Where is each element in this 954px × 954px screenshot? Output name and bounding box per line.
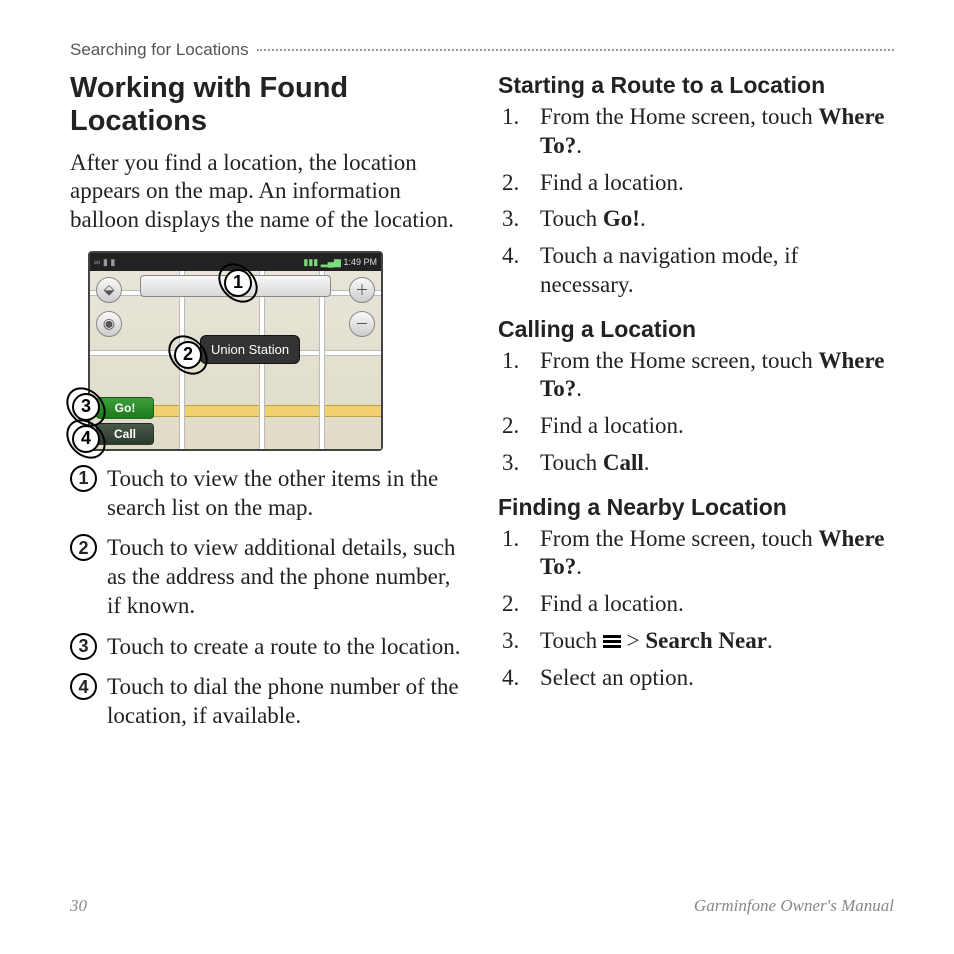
layers-button[interactable]: ◉ — [96, 311, 122, 337]
zoom-out-button[interactable]: － — [349, 311, 375, 337]
header-rule — [257, 49, 894, 51]
steps-list: From the Home screen, touch Where To?. F… — [498, 103, 894, 300]
legend-text: Touch to view additional details, such a… — [107, 534, 466, 620]
manual-title: Garminfone Owner's Manual — [694, 896, 894, 916]
legend-number: 1 — [70, 465, 97, 492]
section-heading: Working with Found Locations — [70, 72, 466, 139]
left-column: Working with Found Locations After you f… — [70, 72, 466, 743]
steps-list: From the Home screen, touch Where To?. F… — [498, 525, 894, 693]
legend-item: 1 Touch to view the other items in the s… — [70, 465, 466, 523]
callout-4: 4 — [72, 425, 100, 453]
legend-text: Touch to view the other items in the sea… — [107, 465, 466, 523]
step: Touch > Search Near. — [498, 627, 894, 656]
legend-number: 3 — [70, 633, 97, 660]
callout-1: 1 — [224, 269, 252, 297]
callout-3: 3 — [72, 393, 100, 421]
step: Find a location. — [498, 412, 894, 441]
callout-legend: 1 Touch to view the other items in the s… — [70, 465, 466, 731]
step: From the Home screen, touch Where To?. — [498, 347, 894, 405]
legend-item: 2 Touch to view additional details, such… — [70, 534, 466, 620]
info-balloon[interactable]: Union Station — [200, 335, 300, 364]
status-time: 1:49 PM — [343, 257, 377, 267]
right-column: Starting a Route to a Location From the … — [498, 72, 894, 743]
menu-icon — [603, 633, 621, 650]
legend-text: Touch to dial the phone number of the lo… — [107, 673, 466, 731]
step: Find a location. — [498, 169, 894, 198]
legend-text: Touch to create a route to the location. — [107, 633, 466, 662]
legend-item: 4 Touch to dial the phone number of the … — [70, 673, 466, 731]
step: Select an option. — [498, 664, 894, 693]
zoom-in-button[interactable]: ＋ — [349, 277, 375, 303]
page-number: 30 — [70, 896, 87, 916]
running-header: Searching for Locations — [70, 40, 894, 60]
legend-number: 2 — [70, 534, 97, 561]
subsection-heading: Starting a Route to a Location — [498, 72, 894, 99]
step: Find a location. — [498, 590, 894, 619]
page-footer: 30 Garminfone Owner's Manual — [70, 896, 894, 916]
balloon-label: Union Station — [211, 342, 289, 357]
legend-number: 4 — [70, 673, 97, 700]
subsection-heading: Finding a Nearby Location — [498, 494, 894, 521]
step: Touch Go!. — [498, 205, 894, 234]
step: From the Home screen, touch Where To?. — [498, 103, 894, 161]
header-text: Searching for Locations — [70, 40, 257, 60]
device-screenshot: ∞ ▮ ▮ ▮▮▮ ▂▄▆ 1:49 PM ⬙ ◉ ＋ － — [88, 251, 383, 451]
legend-item: 3 Touch to create a route to the locatio… — [70, 633, 466, 662]
compass-button[interactable]: ⬙ — [96, 277, 122, 303]
callout-2: 2 — [174, 341, 202, 369]
subsection-heading: Calling a Location — [498, 316, 894, 343]
step: Touch Call. — [498, 449, 894, 478]
step: From the Home screen, touch Where To?. — [498, 525, 894, 583]
section-intro: After you find a location, the location … — [70, 149, 466, 235]
steps-list: From the Home screen, touch Where To?. F… — [498, 347, 894, 478]
step: Touch a navigation mode, if necessary. — [498, 242, 894, 300]
